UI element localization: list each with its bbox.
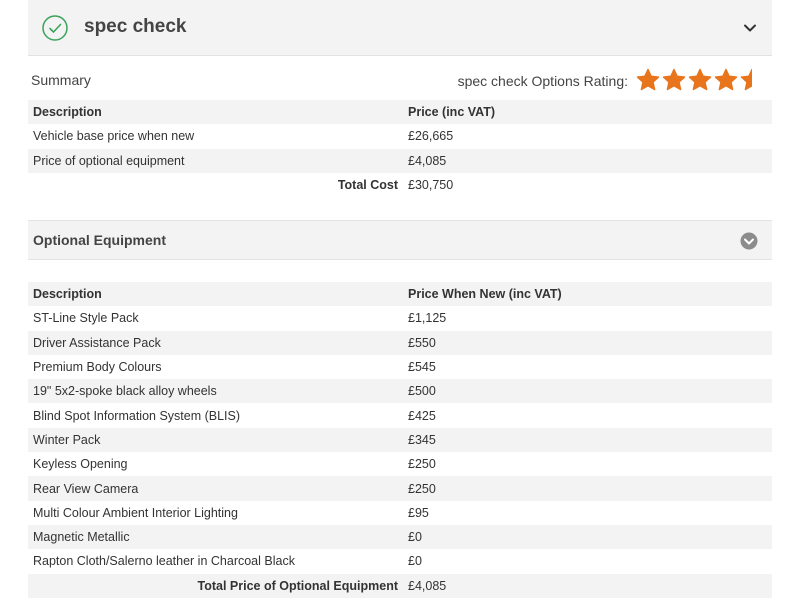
table-row: Magnetic Metallic £0 xyxy=(28,524,772,550)
total-optional-label: Total Price of Optional Equipment xyxy=(28,573,403,598)
table-row: Vehicle base price when new £26,665 xyxy=(28,124,772,148)
row-price: £545 xyxy=(408,360,436,375)
row-description: Rear View Camera xyxy=(28,476,403,501)
table-row: Rear View Camera £250 xyxy=(28,476,772,501)
row-price: £95 xyxy=(408,505,429,520)
star-full-icon xyxy=(714,68,738,91)
total-cost-label: Total Cost xyxy=(337,178,398,193)
row-price: £4,085 xyxy=(403,148,772,173)
row-price: £345 xyxy=(403,427,772,453)
row-price: £1,125 xyxy=(408,311,447,326)
summary-label: Summary xyxy=(31,72,91,88)
chevron-down-icon[interactable] xyxy=(742,20,758,36)
table-row: Premium Body Colours £545 xyxy=(28,355,772,379)
row-price: £0 xyxy=(408,554,422,569)
row-description: Keyless Opening xyxy=(33,457,128,472)
spec-check-header[interactable]: spec check xyxy=(28,0,772,56)
options-rating xyxy=(636,68,764,94)
row-price: £425 xyxy=(408,408,436,423)
star-full-icon xyxy=(688,68,712,91)
table-row: Rapton Cloth/Salerno leather in Charcoal… xyxy=(28,549,772,573)
summary-table: Description Price (inc VAT) Vehicle base… xyxy=(28,100,772,197)
column-header-price: Price When New (inc VAT) xyxy=(403,282,772,307)
total-row: Total Cost £30,750 xyxy=(28,173,772,197)
row-description: ST-Line Style Pack xyxy=(33,311,139,326)
row-price: £250 xyxy=(408,457,436,472)
rating-label: spec check Options Rating: xyxy=(457,73,628,89)
chevron-down-circle-icon[interactable] xyxy=(740,232,758,250)
column-header-description: Description xyxy=(28,282,403,307)
table-header-row: Description Price When New (inc VAT) xyxy=(28,282,772,307)
row-description: 19" 5x2-spoke black alloy wheels xyxy=(28,379,403,404)
total-cost-value: £30,750 xyxy=(408,178,454,193)
table-row: Price of optional equipment £4,085 xyxy=(28,148,772,173)
row-price: £26,665 xyxy=(408,129,454,144)
table-row: Multi Colour Ambient Interior Lighting £9… xyxy=(28,501,772,525)
table-row: ST-Line Style Pack £1,125 xyxy=(28,306,772,330)
table-row: Blind Spot Information System (BLIS) £425 xyxy=(28,403,772,427)
column-header-description: Description xyxy=(28,100,403,125)
row-price: £0 xyxy=(403,524,772,550)
table-row: Winter Pack £345 xyxy=(28,427,772,453)
panel-title: spec check xyxy=(84,16,187,37)
star-full-icon xyxy=(636,68,660,91)
optional-equipment-header[interactable]: Optional Equipment xyxy=(28,220,772,260)
table-row: Driver Assistance Pack £550 xyxy=(28,330,772,355)
row-description: Multi Colour Ambient Interior Lighting xyxy=(33,505,238,520)
row-description: Blind Spot Information System (BLIS) xyxy=(33,408,241,423)
optional-equipment-title: Optional Equipment xyxy=(33,232,166,248)
row-description: Rapton Cloth/Salerno leather in Charcoal… xyxy=(33,554,295,569)
table-row: 19" 5x2-spoke black alloy wheels £500 xyxy=(28,379,772,404)
column-header-price: Price (inc VAT) xyxy=(403,100,772,125)
star-full-icon xyxy=(662,68,686,91)
row-description: Vehicle base price when new xyxy=(33,129,195,144)
row-price: £550 xyxy=(403,330,772,355)
table-header-row: Description Price (inc VAT) xyxy=(28,100,772,125)
row-description: Price of optional equipment xyxy=(28,148,403,173)
star-half-icon xyxy=(740,68,752,91)
row-price: £250 xyxy=(403,476,772,501)
row-price: £500 xyxy=(403,379,772,404)
row-description: Driver Assistance Pack xyxy=(28,330,403,355)
check-circle-icon xyxy=(42,15,68,41)
row-description: Premium Body Colours xyxy=(33,360,162,375)
optional-equipment-table: Description Price When New (inc VAT) ST-… xyxy=(28,282,772,598)
total-row: Total Price of Optional Equipment £4,085 xyxy=(28,573,772,598)
row-description: Magnetic Metallic xyxy=(28,524,403,550)
table-row: Keyless Opening £250 xyxy=(28,452,772,476)
total-optional-value: £4,085 xyxy=(403,573,772,598)
row-description: Winter Pack xyxy=(28,427,403,453)
